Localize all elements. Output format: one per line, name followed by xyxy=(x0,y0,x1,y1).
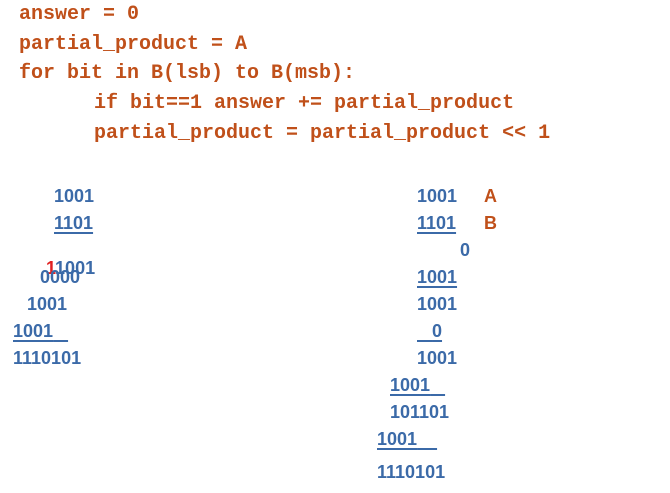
left-partial-shift-row: 1001 xyxy=(27,294,68,314)
left-result: 1110101 xyxy=(13,348,82,368)
right-result: 1110101 xyxy=(377,462,446,482)
right-partial-step-2: 0 xyxy=(432,321,443,341)
right-partial-step-1: 1001 xyxy=(417,267,458,287)
code-line-partial-init: partial_product = A xyxy=(19,33,248,56)
right-answer-step-1: 1001 xyxy=(417,294,458,314)
right-answer-step-2: 1001 xyxy=(417,348,458,368)
left-partial-last-row: 1001 xyxy=(13,321,54,341)
right-label-a: A xyxy=(484,186,497,206)
left-operand-a: 1001 xyxy=(54,186,95,206)
left-operand-b: 1101 xyxy=(54,213,94,233)
right-answer-step-3: 101101 xyxy=(390,402,450,422)
right-answer-step-0: 0 xyxy=(459,240,470,260)
code-line-for-loop: for bit in B(lsb) to B(msb): xyxy=(19,62,356,85)
code-line-shift: partial_product = partial_product << 1 xyxy=(94,122,551,145)
right-operand-a: 1001 xyxy=(417,186,458,206)
code-line-answer-init: answer = 0 xyxy=(19,3,140,26)
right-operand-b: 1101 xyxy=(417,213,457,233)
right-partial-step-4: 1001 xyxy=(377,429,418,449)
right-partial-step-3: 1001 xyxy=(390,375,431,395)
left-partial-zero-row: 0000 xyxy=(40,267,81,287)
code-line-if-add: if bit==1 answer += partial_product xyxy=(94,92,515,115)
right-label-b: B xyxy=(484,213,497,233)
